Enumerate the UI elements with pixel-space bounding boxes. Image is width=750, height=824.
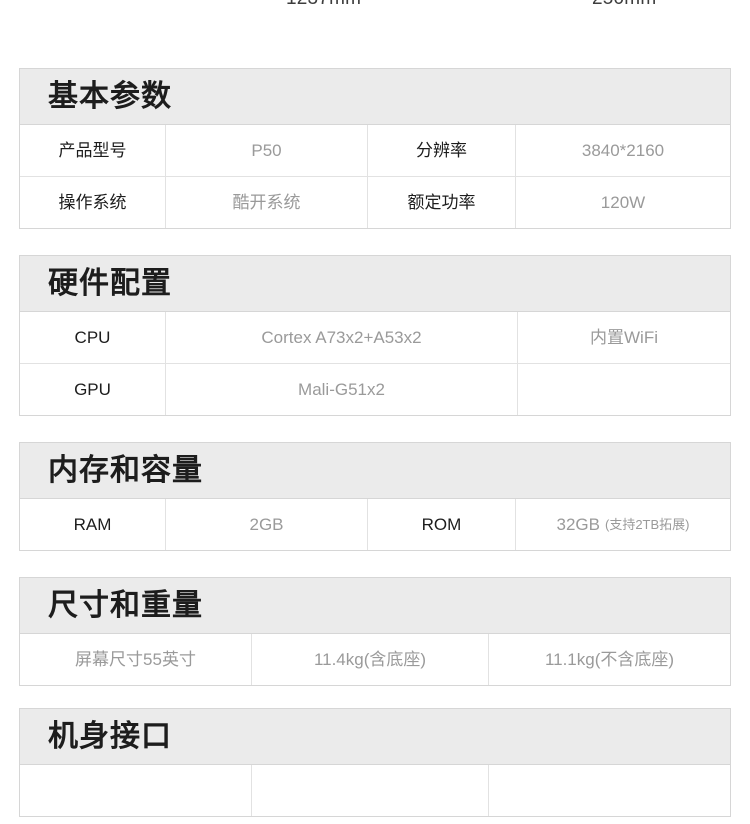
spec-block: 内存和容量 RAM 2GB ROM 32GB (支持2TB拓展) bbox=[19, 442, 731, 551]
table-row: 屏幕尺寸55英寸 11.4kg(含底座) 11.1kg(不含底座) bbox=[20, 634, 730, 685]
table-row: CPU Cortex A73x2+A53x2 内置WiFi bbox=[20, 312, 730, 363]
spec-section-hardware: 硬件配置 CPU Cortex A73x2+A53x2 内置WiFi GPU M… bbox=[0, 255, 750, 416]
spec-block: 尺寸和重量 屏幕尺寸55英寸 11.4kg(含底座) 11.1kg(不含底座) bbox=[19, 577, 731, 686]
spec-section-memory-storage: 内存和容量 RAM 2GB ROM 32GB (支持2TB拓展) bbox=[0, 442, 750, 551]
table-row: 产品型号 P50 分辨率 3840*2160 bbox=[20, 125, 730, 176]
cell-key-gpu: GPU bbox=[74, 380, 111, 399]
cell-value-weight-without-stand: 11.1kg(不含底座) bbox=[488, 634, 730, 685]
dimension-width-label: 1237mm bbox=[286, 0, 361, 10]
cell-value-product-model: P50 bbox=[165, 125, 367, 176]
top-dimension-captions: 1237mm 250mm bbox=[0, 0, 750, 22]
spec-block: 硬件配置 CPU Cortex A73x2+A53x2 内置WiFi GPU M… bbox=[19, 255, 731, 416]
spec-block: 机身接口 bbox=[19, 708, 731, 817]
cell-empty bbox=[517, 364, 730, 415]
cell-key-rom: ROM bbox=[367, 499, 515, 550]
spec-section-size-weight: 尺寸和重量 屏幕尺寸55英寸 11.4kg(含底座) 11.1kg(不含底座) bbox=[0, 577, 750, 686]
section-title: 内存和容量 bbox=[48, 453, 203, 487]
section-header-body-interfaces: 机身接口 bbox=[20, 709, 730, 765]
section-title: 基本参数 bbox=[48, 79, 172, 113]
cell-key-resolution: 分辨率 bbox=[367, 125, 515, 176]
section-title: 机身接口 bbox=[48, 719, 172, 753]
table-row: GPU Mali-G51x2 bbox=[20, 363, 730, 415]
cell-key-ram: RAM bbox=[73, 515, 112, 534]
rom-expansion-note: (支持2TB拓展) bbox=[604, 517, 690, 532]
section-title: 尺寸和重量 bbox=[48, 588, 203, 622]
cell-empty bbox=[20, 765, 251, 816]
cell-value-builtin-wifi: 内置WiFi bbox=[517, 312, 730, 363]
cell-value-resolution: 3840*2160 bbox=[515, 125, 730, 176]
rom-capacity: 32GB bbox=[556, 515, 600, 534]
cell-value-weight-with-stand: 11.4kg(含底座) bbox=[251, 634, 488, 685]
cell-value-rom: 32GB (支持2TB拓展) bbox=[515, 499, 730, 550]
spec-section-basic-params: 基本参数 产品型号 P50 分辨率 3840*2160 操作系统 酷开系统 额定… bbox=[0, 68, 750, 229]
cell-value-operating-system: 酷开系统 bbox=[165, 177, 367, 228]
section-header-basic-params: 基本参数 bbox=[20, 69, 730, 125]
dimension-depth-label: 250mm bbox=[592, 0, 656, 10]
cell-key-rated-power: 额定功率 bbox=[367, 177, 515, 228]
section-title: 硬件配置 bbox=[48, 266, 172, 300]
cell-key-operating-system: 操作系统 bbox=[58, 193, 127, 212]
cell-empty bbox=[488, 765, 730, 816]
cell-value-cpu: Cortex A73x2+A53x2 bbox=[165, 312, 517, 363]
cell-value-gpu: Mali-G51x2 bbox=[165, 364, 517, 415]
section-header-memory-storage: 内存和容量 bbox=[20, 443, 730, 499]
table-row: 操作系统 酷开系统 额定功率 120W bbox=[20, 176, 730, 228]
table-row-truncated bbox=[20, 765, 730, 816]
cell-empty bbox=[251, 765, 488, 816]
table-row: RAM 2GB ROM 32GB (支持2TB拓展) bbox=[20, 499, 730, 550]
cell-value-rated-power: 120W bbox=[515, 177, 730, 228]
section-header-size-weight: 尺寸和重量 bbox=[20, 578, 730, 634]
cell-key-cpu: CPU bbox=[74, 328, 111, 347]
spec-block: 基本参数 产品型号 P50 分辨率 3840*2160 操作系统 酷开系统 额定… bbox=[19, 68, 731, 229]
spec-section-body-interfaces: 机身接口 bbox=[0, 708, 750, 817]
cell-value-ram: 2GB bbox=[165, 499, 367, 550]
cell-value-screen-size: 屏幕尺寸55英寸 bbox=[75, 650, 196, 669]
section-header-hardware: 硬件配置 bbox=[20, 256, 730, 312]
spacer-top bbox=[0, 22, 750, 68]
cell-key-product-model: 产品型号 bbox=[58, 141, 127, 160]
